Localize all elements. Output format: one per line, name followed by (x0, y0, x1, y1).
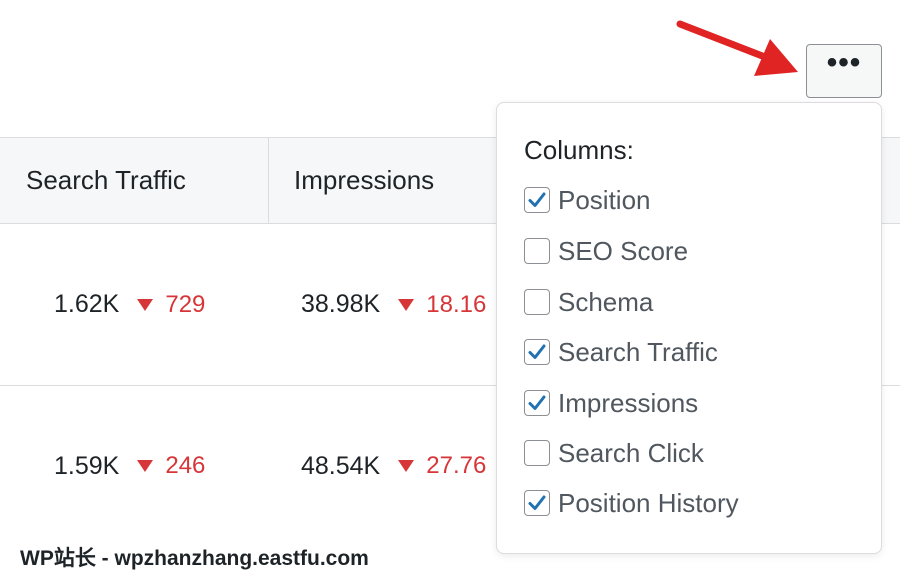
checkbox-search-click[interactable] (524, 440, 550, 466)
column-option-search-traffic[interactable]: Search Traffic (524, 334, 718, 370)
checkbox-impressions[interactable] (524, 390, 550, 416)
column-option-position-history[interactable]: Position History (524, 485, 739, 521)
more-options-button[interactable]: ••• (806, 44, 882, 98)
delta-value: 729 (165, 290, 206, 318)
more-options-label: ••• (826, 46, 862, 79)
column-divider (268, 138, 269, 223)
page: Search Traffic Impressions 1.62K 729 38.… (0, 0, 900, 577)
column-option-position[interactable]: Position (524, 182, 651, 218)
column-option-impressions[interactable]: Impressions (524, 385, 698, 421)
checkbox-position-history[interactable] (524, 490, 550, 516)
column-header-search-traffic[interactable]: Search Traffic (26, 138, 186, 223)
red-arrow-icon (676, 20, 798, 76)
delta-value: 246 (165, 452, 206, 479)
checkmark-icon (528, 395, 546, 410)
search-traffic-delta: 729 (137, 291, 205, 319)
search-traffic-value: 1.62K (54, 290, 120, 318)
down-triangle-icon (137, 298, 154, 311)
checkbox-position[interactable] (524, 187, 550, 213)
column-option-schema[interactable]: Schema (524, 284, 653, 320)
search-traffic-value: 1.59K (54, 451, 120, 480)
columns-dropdown: Columns: Position SEO Score Schema Searc… (496, 102, 882, 554)
delta-value: 27.76 (426, 452, 487, 479)
checkbox-search-traffic[interactable] (524, 339, 550, 365)
impressions-value: 48.54K (301, 451, 381, 480)
option-label: Impressions (558, 387, 699, 418)
option-label: Position (558, 184, 651, 215)
checkbox-schema[interactable] (524, 289, 550, 315)
search-traffic-cell: 1.62K 729 (54, 224, 205, 385)
down-triangle-icon (137, 460, 154, 472)
option-label: Schema (558, 286, 654, 317)
impressions-delta: 27.76 (398, 452, 486, 480)
impressions-value: 38.98K (301, 290, 381, 318)
column-header-impressions[interactable]: Impressions (294, 138, 434, 223)
impressions-cell: 48.54K 27.76 (301, 386, 486, 546)
checkmark-icon (528, 192, 546, 207)
option-label: SEO Score (558, 235, 689, 266)
columns-title: Columns: (524, 135, 634, 165)
delta-value: 18.16 (426, 290, 487, 318)
option-label: Search Click (558, 437, 704, 468)
checkmark-icon (528, 344, 546, 359)
impressions-delta: 18.16 (398, 291, 486, 319)
search-traffic-delta: 246 (137, 452, 205, 480)
down-triangle-icon (398, 298, 415, 311)
impressions-cell: 38.98K 18.16 (301, 224, 486, 385)
down-triangle-icon (398, 460, 415, 472)
column-option-search-click[interactable]: Search Click (524, 435, 704, 471)
checkmark-icon (528, 495, 546, 510)
option-label: Search Traffic (558, 336, 718, 367)
column-option-seo-score[interactable]: SEO Score (524, 233, 688, 269)
checkbox-seo-score[interactable] (524, 238, 550, 264)
search-traffic-cell: 1.59K 246 (54, 386, 205, 546)
watermark-text: WP站长 - wpzhanzhang.eastfu.com (20, 547, 369, 570)
option-label: Position History (558, 487, 739, 518)
